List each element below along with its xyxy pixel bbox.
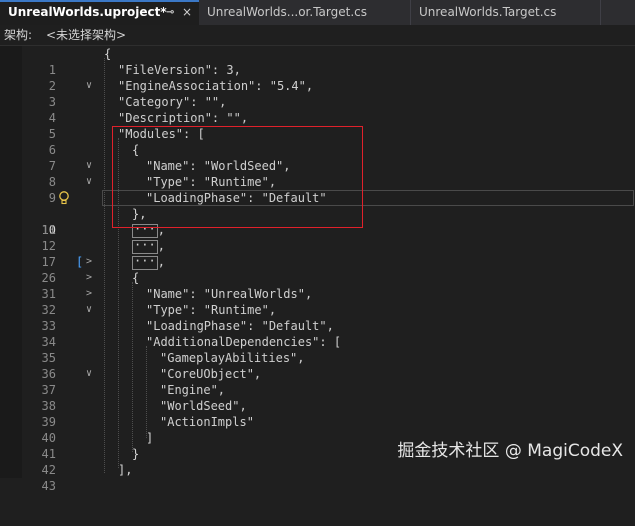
code-punct: ,	[157, 255, 165, 269]
code-text: }	[132, 447, 140, 461]
code-line: 36 "GameplayAbilities",	[0, 350, 635, 381]
tab-target[interactable]: UnrealWorlds.Target.cs	[411, 0, 601, 25]
pin-icon[interactable]: ⊸	[166, 2, 174, 23]
code-text: {	[104, 47, 112, 61]
code-line: 31 ∨ {	[0, 270, 635, 315]
code-text: "FileVersion": 3,	[118, 63, 241, 77]
lightbulb-icon[interactable]	[58, 191, 70, 205]
code-text: "LoadingPhase": "Default",	[146, 319, 334, 333]
code-line: 3 "EngineAssociation": "5.4",	[0, 78, 635, 109]
highlight-annotation-box	[112, 126, 363, 228]
code-line: 5 "Description": "",	[0, 110, 635, 141]
tab-bar: UnrealWorlds.uproject* ⊸ × UnrealWorlds.…	[0, 0, 635, 25]
code-text: ]	[146, 431, 154, 445]
code-line: 2 "FileVersion": 3,	[0, 62, 635, 93]
tab-label: UnrealWorlds...or.Target.cs	[207, 5, 367, 19]
code-text: "WorldSeed",	[160, 399, 247, 413]
line-number: 43	[41, 479, 56, 493]
code-text: "EngineAssociation": "5.4",	[118, 79, 314, 93]
close-icon[interactable]: ×	[182, 2, 192, 23]
code-text: ···,	[132, 238, 165, 254]
tab-uproject[interactable]: UnrealWorlds.uproject* ⊸ ×	[0, 0, 199, 25]
code-text: "GameplayAbilities",	[160, 351, 305, 365]
code-text: ···,	[132, 254, 165, 270]
watermark-text: 掘金技术社区 @ MagiCodeX	[397, 441, 623, 461]
tab-label: UnrealWorlds.Target.cs	[419, 5, 557, 19]
collapsed-block-marker[interactable]: ···	[132, 255, 158, 270]
tab-label: UnrealWorlds.uproject*	[8, 5, 167, 19]
code-editor[interactable]: 1 ∨ { 2 "FileVersion": 3, 3 "EngineAssoc…	[0, 46, 635, 493]
code-line: 39 "WorldSeed",	[0, 398, 635, 429]
code-text: "CoreUObject",	[160, 367, 262, 381]
code-text: "Category": "",	[118, 95, 227, 109]
code-line: 38 "Engine",	[0, 382, 635, 413]
schema-label: 架构:	[4, 28, 33, 42]
schema-dropdown[interactable]: <未选择架构>	[46, 25, 126, 45]
code-text: "Engine",	[160, 383, 226, 397]
code-line: 33 "Type": "Runtime",	[0, 302, 635, 333]
code-punct: ,	[157, 239, 165, 253]
code-line: 35 ∨ "AdditionalDependencies": [	[0, 334, 635, 379]
collapsed-block-marker[interactable]: ···	[132, 239, 158, 254]
code-line: 40 "ActionImpls"	[0, 414, 635, 445]
code-line: 34 "LoadingPhase": "Default",	[0, 318, 635, 349]
code-line-collapsed: 26 > ···,	[0, 254, 635, 300]
code-line: 43 ],	[0, 462, 635, 493]
code-text: "AdditionalDependencies": [	[146, 335, 342, 349]
code-line-collapsed: 17 > ···,	[0, 238, 635, 284]
code-line: 32 "Name": "UnrealWorlds",	[0, 286, 635, 317]
code-line: 37 "CoreUObject",	[0, 366, 635, 397]
code-text: "ActionImpls"	[160, 415, 254, 429]
schema-bar: 架构: <未选择架构>	[0, 25, 635, 46]
code-text: {	[132, 271, 140, 285]
code-text: "Name": "UnrealWorlds",	[146, 287, 313, 301]
tab-editor-target[interactable]: UnrealWorlds...or.Target.cs	[199, 0, 411, 25]
code-text: "Description": "",	[118, 111, 249, 125]
code-text: "Type": "Runtime",	[146, 303, 277, 317]
code-text: ],	[118, 463, 133, 477]
code-line: 4 "Category": "",	[0, 94, 635, 125]
code-line: 1 ∨ {	[0, 46, 635, 91]
